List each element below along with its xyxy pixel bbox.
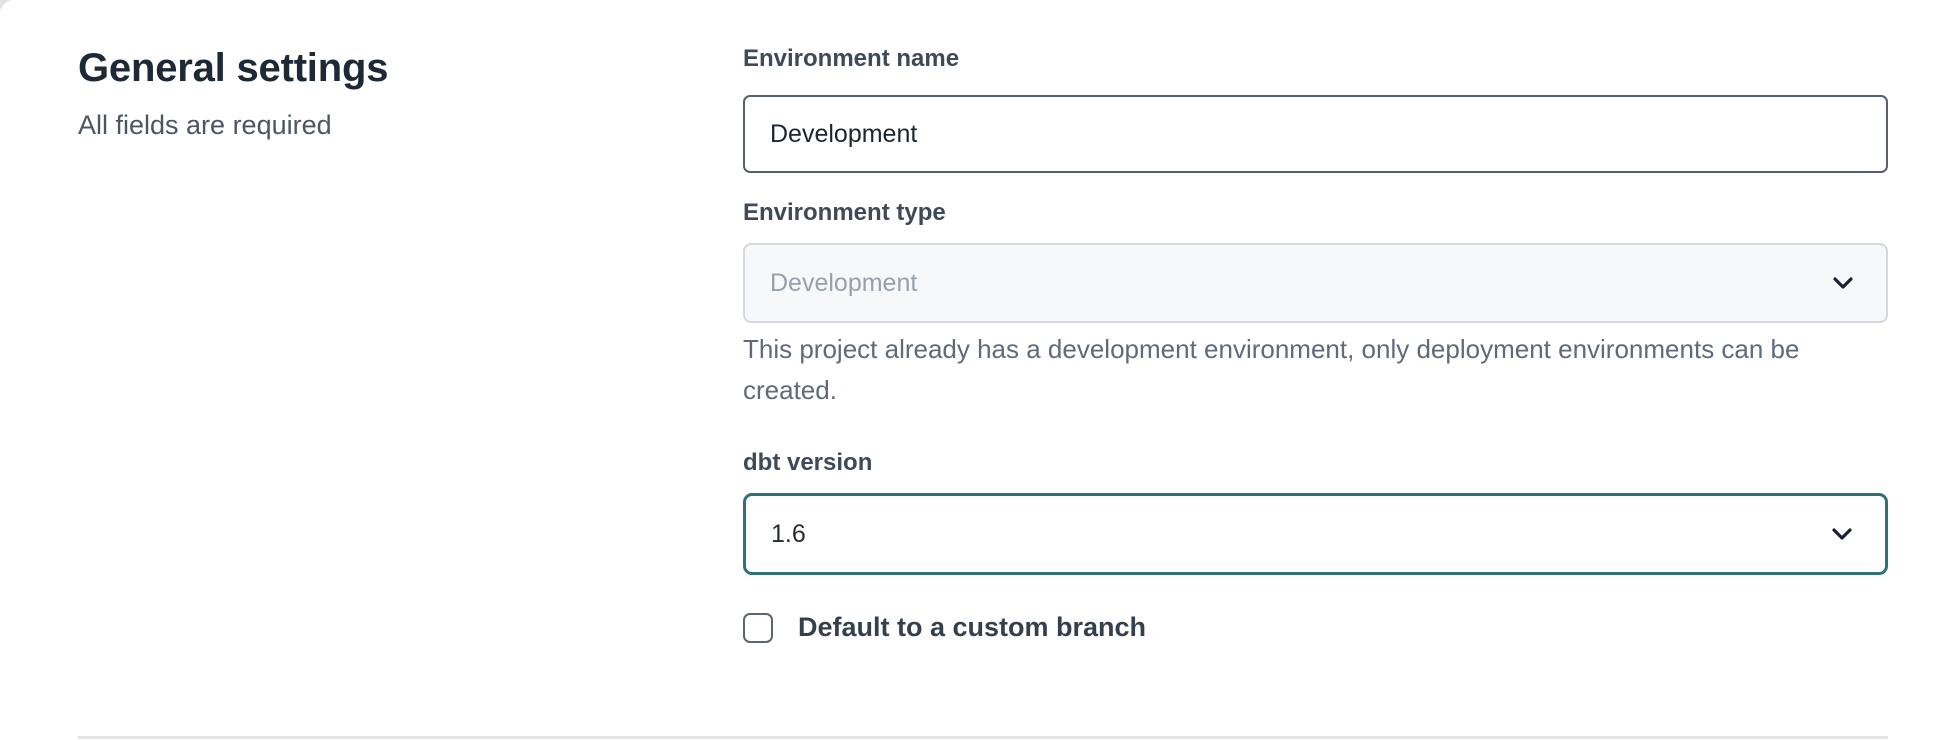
chevron-down-icon: [1829, 521, 1855, 547]
page-title: General settings: [78, 44, 638, 92]
environment-settings-page: General settings All fields are required…: [0, 0, 1958, 740]
page-subtitle: All fields are required: [78, 108, 638, 142]
dbt-version-value: 1.6: [771, 520, 806, 549]
environment-name-input[interactable]: [743, 95, 1888, 173]
card-corner-artifact: [0, 0, 16, 16]
custom-branch-row[interactable]: Default to a custom branch: [743, 612, 1888, 643]
dbt-version-select[interactable]: 1.6: [743, 493, 1888, 575]
dbt-version-label: dbt version: [743, 448, 1888, 478]
environment-name-label: Environment name: [743, 44, 1888, 74]
custom-branch-label: Default to a custom branch: [798, 612, 1146, 643]
section-divider: [78, 736, 1888, 739]
section-header: General settings All fields are required: [78, 44, 638, 142]
environment-type-value: Development: [770, 269, 917, 298]
chevron-down-icon: [1830, 270, 1856, 296]
custom-branch-checkbox[interactable]: [743, 613, 773, 643]
environment-type-select[interactable]: Development: [743, 243, 1888, 323]
environment-type-helper: This project already has a development e…: [743, 329, 1863, 411]
environment-type-label: Environment type: [743, 198, 1888, 228]
general-settings-form: Environment name Environment type Develo…: [743, 0, 1888, 643]
